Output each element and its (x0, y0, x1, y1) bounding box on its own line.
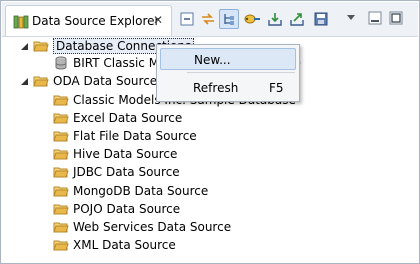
export-icon[interactable] (287, 9, 307, 29)
tree-node-oda-child[interactable]: Excel Data Source (53, 109, 182, 127)
view-titlebar: Data Source Explorer ✕ (2, 2, 418, 37)
connect-icon[interactable] (242, 9, 262, 29)
folder-open-icon (53, 93, 69, 107)
tree-node-label: ODA Data Sources (53, 74, 164, 88)
data-source-explorer-icon (13, 14, 29, 30)
menu-item-label: Refresh (193, 81, 239, 95)
maximize-icon[interactable] (389, 11, 403, 25)
view-menu-chevron-icon[interactable] (345, 12, 357, 22)
expanded-twisty-icon[interactable] (20, 76, 30, 86)
tree-node-label: Excel Data Source (73, 111, 183, 125)
tree-node-oda-child[interactable]: MongoDB Data Source (53, 182, 208, 200)
folder-open-icon (53, 165, 69, 179)
folder-open-icon (53, 220, 69, 234)
tree-node-label: Flat File Data Source (73, 129, 197, 143)
folder-open-icon (53, 202, 69, 216)
link-with-editor-icon[interactable] (198, 9, 218, 29)
close-icon[interactable]: ✕ (151, 12, 165, 28)
data-source-explorer-view: Data Source Explorer ✕ Database Connecti… (0, 0, 420, 264)
save-icon[interactable] (311, 9, 331, 29)
tree-node-oda-child[interactable]: Web Services Data Source (53, 218, 231, 236)
tree-node-oda-child[interactable]: XML Data Source (53, 236, 176, 254)
folder-open-icon (53, 111, 69, 125)
tree-node-label: Web Services Data Source (73, 220, 232, 234)
import-icon[interactable] (265, 9, 285, 29)
tree-node-label: XML Data Source (73, 238, 176, 252)
folder-open-icon (53, 184, 69, 198)
menu-item-shortcut: F5 (269, 81, 284, 95)
menu-item-refresh[interactable]: Refresh F5 (160, 77, 296, 99)
tree-node-oda-data-sources[interactable]: ODA Data Sources (20, 72, 163, 90)
expanded-twisty-icon[interactable] (20, 41, 30, 51)
menu-item-label: New... (194, 53, 231, 67)
tree-node-oda-child[interactable]: JDBC Data Source (53, 163, 180, 181)
database-icon (53, 56, 69, 70)
tree-node-oda-child[interactable]: Hive Data Source (53, 145, 177, 163)
folder-open-icon (53, 129, 69, 143)
menu-separator (187, 72, 295, 73)
minimize-icon[interactable] (368, 11, 382, 25)
tree-node-oda-child[interactable]: Flat File Data Source (53, 127, 197, 145)
folder-open-icon (33, 74, 49, 88)
folder-open-icon (33, 39, 49, 53)
tree-node-label: MongoDB Data Source (73, 184, 209, 198)
context-menu: New... Refresh F5 (156, 44, 300, 102)
folder-open-icon (53, 147, 69, 161)
collapse-all-icon[interactable] (177, 9, 197, 29)
tree-node-oda-child[interactable]: POJO Data Source (53, 200, 180, 218)
tree-node-label: JDBC Data Source (73, 165, 180, 179)
folder-open-icon (53, 238, 69, 252)
show-hierarchy-icon[interactable] (219, 9, 239, 29)
view-tab[interactable]: Data Source Explorer ✕ (5, 5, 172, 36)
view-title: Data Source Explorer (32, 14, 160, 28)
tree-node-label: Hive Data Source (73, 147, 178, 161)
tree-node-label: POJO Data Source (73, 202, 181, 216)
menu-item-new[interactable]: New... (160, 48, 296, 70)
